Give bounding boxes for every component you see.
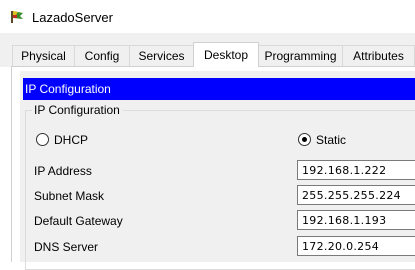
tab-programming[interactable]: Programming: [258, 45, 343, 66]
ip-address-label: IP Address: [34, 164, 92, 178]
static-label: Static: [316, 133, 347, 147]
static-radio[interactable]: [298, 133, 311, 146]
dns-server-input[interactable]: 172.20.0.254: [297, 236, 415, 256]
server-flag-icon: [9, 8, 25, 24]
dhcp-radio[interactable]: [36, 133, 49, 146]
ip-config-header-title: IP Configuration: [25, 82, 111, 96]
tab-physical[interactable]: Physical: [12, 45, 75, 66]
ip-address-input[interactable]: 192.168.1.222: [297, 160, 415, 180]
tab-strip: Physical Config Services Desktop Program…: [0, 33, 415, 67]
tab-desktop[interactable]: Desktop: [193, 42, 259, 67]
tab-attributes[interactable]: Attributes: [342, 45, 415, 66]
app-window: LazadoServer Physical Config Services De…: [0, 0, 415, 270]
ip-config-group-title: IP Configuration: [32, 103, 123, 117]
default-gateway-input[interactable]: 192.168.1.193: [297, 210, 415, 230]
default-gateway-label: Default Gateway: [34, 214, 123, 228]
title-bar: LazadoServer: [0, 0, 415, 33]
dhcp-label: DHCP: [54, 133, 89, 147]
subnet-mask-input[interactable]: 255.255.255.224: [297, 185, 415, 205]
dns-server-label: DNS Server: [34, 240, 99, 254]
window-title: LazadoServer: [32, 10, 113, 25]
radio-selected-dot: [302, 137, 307, 142]
subnet-mask-label: Subnet Mask: [34, 189, 105, 203]
tab-services[interactable]: Services: [129, 45, 194, 66]
tab-config[interactable]: Config: [74, 45, 130, 66]
ip-config-header-bar: IP Configuration: [23, 78, 415, 100]
